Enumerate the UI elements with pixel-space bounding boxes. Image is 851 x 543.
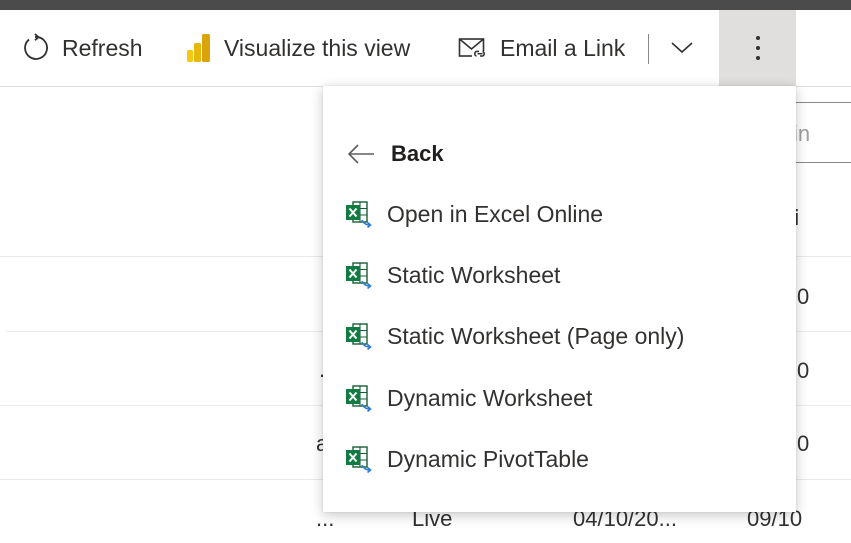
more-vertical-icon [755,35,761,61]
excel-icon [345,200,375,228]
menu-item-label: Static Worksheet [387,261,561,288]
excel-icon [345,445,375,473]
menu-item-open-in-excel-online[interactable]: Open in Excel Online [345,192,603,236]
excel-icon [345,384,375,412]
more-commands-button[interactable] [719,10,796,86]
table-cell: 0 [797,358,810,383]
refresh-label: Refresh [62,34,143,61]
export-submenu: Back Open in Excel Online Static Workshe… [323,86,796,512]
power-bi-icon [186,32,212,64]
excel-icon [345,322,375,350]
refresh-button[interactable]: Refresh [20,10,143,86]
back-button[interactable]: Back [347,134,444,174]
visualize-this-view-button[interactable]: Visualize this view [186,10,410,86]
email-link-icon [458,34,488,62]
menu-item-static-worksheet-page-only[interactable]: Static Worksheet (Page only) [345,314,684,358]
visualize-label: Visualize this view [224,34,411,61]
back-label: Back [391,141,444,166]
command-bar: Refresh Visualize this view Email a Link [0,10,851,87]
email-a-link-button[interactable]: Email a Link [458,10,625,86]
email-label: Email a Link [500,34,626,61]
refresh-icon [20,33,50,63]
arrow-left-icon [347,144,375,164]
email-options-dropdown[interactable] [668,10,696,86]
app-window: Refresh Visualize this view Email a Link… [0,0,851,543]
menu-item-dynamic-worksheet[interactable]: Dynamic Worksheet [345,376,592,420]
table-cell: 0 [797,284,810,309]
menu-item-static-worksheet[interactable]: Static Worksheet [345,253,560,297]
menu-item-label: Dynamic PivotTable [387,445,589,472]
table-cell: 0 [797,431,810,456]
menu-item-dynamic-pivottable[interactable]: Dynamic PivotTable [345,437,589,481]
chevron-down-icon [670,41,694,55]
menu-item-label: Static Worksheet (Page only) [387,322,685,349]
split-divider [648,34,649,64]
menu-item-label: Dynamic Worksheet [387,384,593,411]
top-bar [0,0,851,10]
menu-item-label: Open in Excel Online [387,200,604,227]
excel-icon [345,261,375,289]
